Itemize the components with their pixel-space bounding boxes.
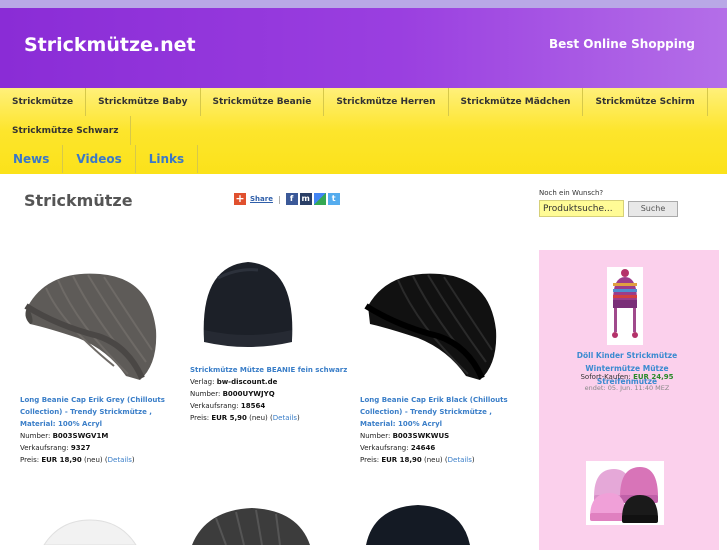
sidebar-product-price: Sofort-Kaufen: EUR 24,95: [557, 373, 697, 381]
price-label: Preis:: [190, 414, 210, 422]
condition: (neu): [84, 456, 103, 464]
nav-item-beanie[interactable]: Strickmütze Beanie: [201, 88, 325, 116]
product-number-1: Number: B003SWGV1M: [20, 430, 180, 442]
search-label: Noch ein Wunsch?: [539, 189, 604, 197]
details-link-1[interactable]: Details: [108, 456, 132, 464]
price-label: Preis:: [360, 456, 380, 464]
search-input[interactable]: [539, 200, 624, 217]
rank-value: 9327: [70, 444, 91, 452]
product-rank-3: Verkaufsrang: 24646: [360, 442, 520, 454]
product-image-1[interactable]: [18, 266, 158, 384]
product-rank-1: Verkaufsrang: 9327: [20, 442, 180, 454]
rank-value: 18564: [240, 402, 266, 410]
nav-item-videos[interactable]: Videos: [63, 145, 136, 173]
myspace-icon[interactable]: m: [299, 193, 312, 205]
product-number-3: Number: B003SWKWUS: [360, 430, 520, 442]
share-bar: + Share | f m t: [234, 193, 342, 205]
number-value: B003SWKWUS: [392, 432, 450, 440]
nav-item-schirm[interactable]: Strickmütze Schirm: [583, 88, 708, 116]
condition: (neu): [249, 414, 268, 422]
product-card-2: Strickmütze Mütze BEANIE fein schwarz Ve…: [190, 364, 350, 424]
share-separator: |: [277, 194, 281, 204]
nav-row-1: Strickmütze Strickmütze Baby Strickmütze…: [0, 88, 708, 116]
nav-item-schwarz[interactable]: Strickmütze Schwarz: [0, 116, 132, 145]
price-label: Preis:: [20, 456, 40, 464]
nav-item-links[interactable]: Links: [136, 145, 199, 173]
nav-row-2: Strickmütze Schwarz: [0, 116, 132, 145]
facebook-icon[interactable]: f: [285, 193, 298, 205]
product-card-1: Long Beanie Cap Erik Grey (Chillouts Col…: [20, 394, 180, 466]
product-image-6[interactable]: [358, 503, 478, 545]
share-plus-icon[interactable]: +: [234, 193, 246, 205]
nav-item-news[interactable]: News: [0, 145, 64, 173]
twitter-icon[interactable]: t: [327, 193, 340, 205]
sidebar-product-title[interactable]: Döll Kinder Strickmütze Wintermütze Mütz…: [557, 349, 697, 388]
rank-label: Verkaufsrang:: [190, 402, 239, 410]
main-nav: Strickmütze Strickmütze Baby Strickmütze…: [0, 88, 727, 174]
search-button[interactable]: Suche: [628, 201, 678, 217]
product-title-2[interactable]: Strickmütze Mütze BEANIE fein schwarz: [190, 364, 350, 376]
product-image-2[interactable]: [198, 258, 298, 354]
sidebar-price-value: EUR 24,95: [633, 373, 674, 381]
publisher-label: Verlag:: [190, 378, 215, 386]
product-price-1: Preis: EUR 18,90 (neu) (Details): [20, 456, 135, 464]
price-value: EUR 18,90: [381, 456, 422, 464]
price-value: EUR 18,90: [41, 456, 82, 464]
site-header: Strickmütze.net Best Online Shopping: [0, 8, 727, 88]
nav-item-baby[interactable]: Strickmütze Baby: [86, 88, 201, 116]
nav-item-maedchen[interactable]: Strickmütze Mädchen: [449, 88, 584, 116]
google-icon[interactable]: [313, 193, 326, 205]
sidebar-product-date: endet: 05. Jun. 11:40 MEZ: [584, 384, 670, 392]
product-price-2: Preis: EUR 5,90 (neu) (Details): [190, 414, 300, 422]
nav-row-3: News Videos Links: [0, 145, 199, 173]
product-title-1[interactable]: Long Beanie Cap Erik Grey (Chillouts Col…: [20, 394, 180, 430]
sidebar-product-image-1[interactable]: [607, 267, 643, 345]
price-value: EUR 5,90: [211, 414, 247, 422]
site-title[interactable]: Strickmütze.net: [24, 34, 196, 56]
details-link-3[interactable]: Details: [448, 456, 472, 464]
publisher-value: bw-discount.de: [216, 378, 278, 386]
number-label: Number:: [190, 390, 221, 398]
tagline: Best Online Shopping: [548, 37, 695, 51]
product-title-3[interactable]: Long Beanie Cap Erik Black (Chillouts Co…: [360, 394, 520, 430]
top-strip: [0, 0, 727, 8]
product-publisher-2: Verlag: bw-discount.de: [190, 376, 350, 388]
number-value: B000UYWJYQ: [222, 390, 275, 398]
nav-item-strickmuetze[interactable]: Strickmütze: [0, 88, 87, 116]
product-image-5[interactable]: [186, 506, 316, 545]
product-rank-2: Verkaufsrang: 18564: [190, 400, 350, 412]
share-link[interactable]: Share: [250, 195, 273, 203]
nav-item-herren[interactable]: Strickmütze Herren: [324, 88, 449, 116]
product-image-4[interactable]: [40, 518, 140, 545]
rank-label: Verkaufsrang:: [360, 444, 409, 452]
sidebar-price-label: Sofort-Kaufen:: [580, 373, 631, 381]
product-price-3: Preis: EUR 18,90 (neu) (Details): [360, 456, 475, 464]
rank-label: Verkaufsrang:: [20, 444, 69, 452]
details-link-2[interactable]: Details: [273, 414, 297, 422]
product-card-3: Long Beanie Cap Erik Black (Chillouts Co…: [360, 394, 520, 466]
page-title: Strickmütze: [24, 191, 133, 210]
number-value: B003SWGV1M: [52, 432, 109, 440]
product-number-2: Number: B000UYWJYQ: [190, 388, 350, 400]
rank-value: 24646: [410, 444, 436, 452]
product-image-3[interactable]: [358, 266, 498, 384]
sidebar-product-image-2[interactable]: [586, 461, 664, 525]
number-label: Number:: [360, 432, 391, 440]
number-label: Number:: [20, 432, 51, 440]
condition: (neu): [424, 456, 443, 464]
